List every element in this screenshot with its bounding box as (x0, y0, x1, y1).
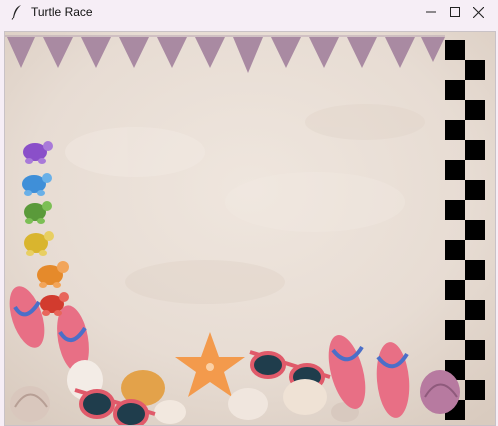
close-icon (472, 6, 484, 18)
window-title: Turtle Race (31, 5, 93, 19)
app-window: Turtle Race (0, 0, 498, 426)
feather-icon (11, 4, 23, 20)
race-canvas[interactable] (4, 31, 496, 426)
seashell-right (420, 370, 460, 414)
title-bar[interactable]: Turtle Race (0, 0, 498, 24)
close-button[interactable] (455, 0, 498, 24)
race-scene (5, 32, 495, 425)
